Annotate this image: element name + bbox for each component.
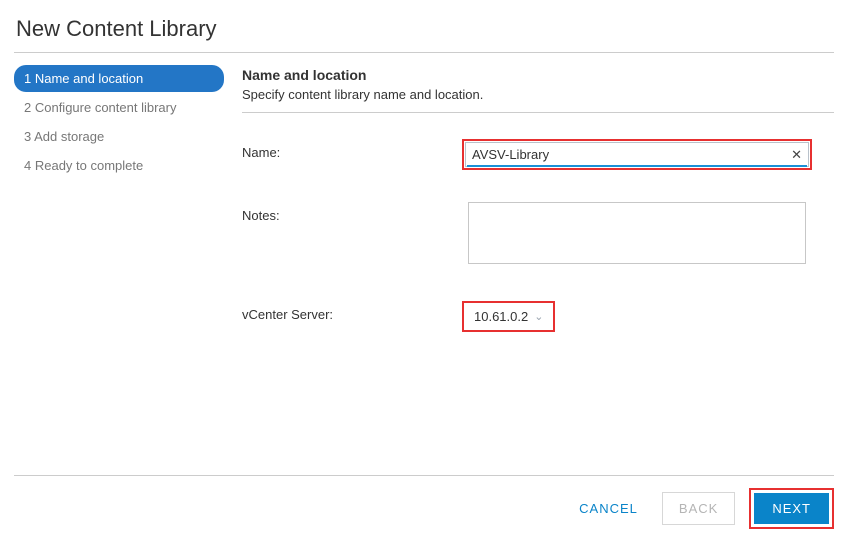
chevron-down-icon: ⌄ (534, 310, 543, 323)
next-button-highlight: NEXT (749, 488, 834, 529)
clear-icon[interactable]: ✕ (791, 147, 802, 163)
vcenter-value: 10.61.0.2 (474, 309, 528, 324)
step-configure[interactable]: 2 Configure content library (14, 94, 224, 121)
step-ready[interactable]: 4 Ready to complete (14, 152, 224, 179)
step-add-storage[interactable]: 3 Add storage (14, 123, 224, 150)
divider (14, 52, 834, 53)
vcenter-label: vCenter Server: (242, 301, 462, 322)
section-title: Name and location (242, 67, 834, 83)
name-input[interactable] (465, 142, 809, 167)
back-button: BACK (662, 492, 735, 525)
section-divider (242, 112, 834, 113)
notes-label: Notes: (242, 202, 462, 223)
wizard-steps: 1 Name and location 2 Configure content … (14, 59, 224, 364)
name-input-highlight: ✕ (462, 139, 812, 170)
name-label: Name: (242, 139, 462, 160)
dialog-title: New Content Library (14, 12, 834, 52)
step-name-location[interactable]: 1 Name and location (14, 65, 224, 92)
next-button[interactable]: NEXT (754, 493, 829, 524)
vcenter-dropdown[interactable]: 10.61.0.2 ⌄ (462, 301, 555, 332)
section-subtitle: Specify content library name and locatio… (242, 87, 834, 102)
cancel-button[interactable]: CANCEL (569, 493, 648, 524)
notes-textarea[interactable] (468, 202, 806, 264)
input-focus-underline (467, 165, 807, 167)
